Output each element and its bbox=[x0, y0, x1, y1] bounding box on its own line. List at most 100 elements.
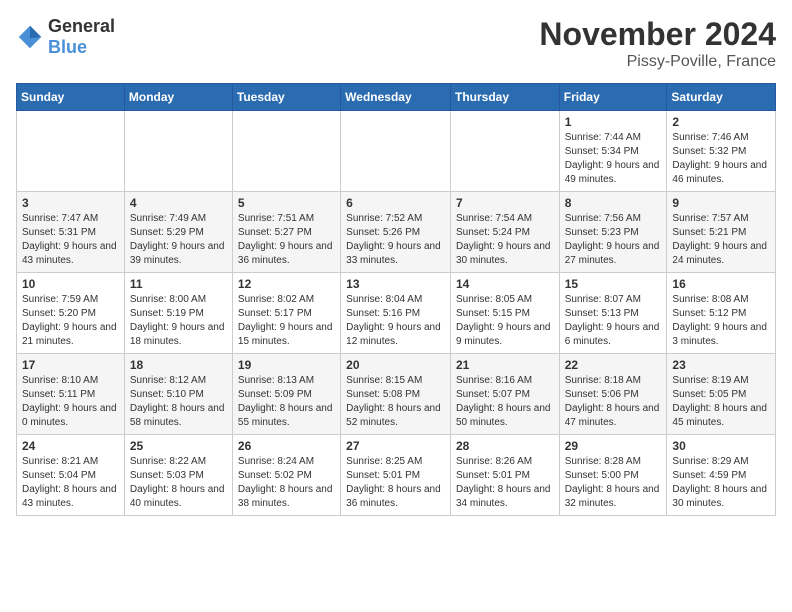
calendar-week-row: 10 Sunrise: 7:59 AMSunset: 5:20 PMDaylig… bbox=[17, 273, 776, 354]
day-info: Sunrise: 7:54 AMSunset: 5:24 PMDaylight:… bbox=[456, 212, 554, 268]
table-row: 8 Sunrise: 7:56 AMSunset: 5:23 PMDayligh… bbox=[559, 192, 667, 273]
table-row: 25 Sunrise: 8:22 AMSunset: 5:03 PMDaylig… bbox=[124, 435, 232, 516]
day-number: 15 bbox=[565, 277, 662, 291]
table-row: 10 Sunrise: 7:59 AMSunset: 5:20 PMDaylig… bbox=[17, 273, 125, 354]
calendar: Sunday Monday Tuesday Wednesday Thursday… bbox=[16, 83, 776, 516]
calendar-week-row: 1 Sunrise: 7:44 AMSunset: 5:34 PMDayligh… bbox=[17, 111, 776, 192]
calendar-header-row: Sunday Monday Tuesday Wednesday Thursday… bbox=[17, 84, 776, 111]
day-number: 22 bbox=[565, 358, 662, 372]
day-info: Sunrise: 8:04 AMSunset: 5:16 PMDaylight:… bbox=[346, 293, 445, 349]
day-number: 20 bbox=[346, 358, 445, 372]
table-row: 22 Sunrise: 8:18 AMSunset: 5:06 PMDaylig… bbox=[559, 354, 667, 435]
day-number: 14 bbox=[456, 277, 554, 291]
title-block: November 2024 Pissy-Poville, France bbox=[539, 16, 776, 71]
day-number: 10 bbox=[22, 277, 119, 291]
table-row: 9 Sunrise: 7:57 AMSunset: 5:21 PMDayligh… bbox=[667, 192, 776, 273]
day-number: 30 bbox=[672, 439, 770, 453]
day-info: Sunrise: 8:16 AMSunset: 5:07 PMDaylight:… bbox=[456, 374, 554, 430]
day-number: 4 bbox=[130, 196, 227, 210]
day-number: 19 bbox=[238, 358, 335, 372]
table-row: 15 Sunrise: 8:07 AMSunset: 5:13 PMDaylig… bbox=[559, 273, 667, 354]
day-number: 27 bbox=[346, 439, 445, 453]
day-info: Sunrise: 8:18 AMSunset: 5:06 PMDaylight:… bbox=[565, 374, 662, 430]
day-number: 23 bbox=[672, 358, 770, 372]
header-wednesday: Wednesday bbox=[341, 84, 451, 111]
table-row: 17 Sunrise: 8:10 AMSunset: 5:11 PMDaylig… bbox=[17, 354, 125, 435]
table-row: 14 Sunrise: 8:05 AMSunset: 5:15 PMDaylig… bbox=[450, 273, 559, 354]
day-number: 24 bbox=[22, 439, 119, 453]
day-number: 9 bbox=[672, 196, 770, 210]
table-row: 26 Sunrise: 8:24 AMSunset: 5:02 PMDaylig… bbox=[232, 435, 340, 516]
day-info: Sunrise: 8:22 AMSunset: 5:03 PMDaylight:… bbox=[130, 455, 227, 511]
day-info: Sunrise: 7:59 AMSunset: 5:20 PMDaylight:… bbox=[22, 293, 119, 349]
day-info: Sunrise: 8:21 AMSunset: 5:04 PMDaylight:… bbox=[22, 455, 119, 511]
day-info: Sunrise: 7:51 AMSunset: 5:27 PMDaylight:… bbox=[238, 212, 335, 268]
header-thursday: Thursday bbox=[450, 84, 559, 111]
calendar-week-row: 17 Sunrise: 8:10 AMSunset: 5:11 PMDaylig… bbox=[17, 354, 776, 435]
header-tuesday: Tuesday bbox=[232, 84, 340, 111]
table-row: 23 Sunrise: 8:19 AMSunset: 5:05 PMDaylig… bbox=[667, 354, 776, 435]
day-number: 26 bbox=[238, 439, 335, 453]
table-row: 30 Sunrise: 8:29 AMSunset: 4:59 PMDaylig… bbox=[667, 435, 776, 516]
table-row bbox=[17, 111, 125, 192]
day-info: Sunrise: 8:24 AMSunset: 5:02 PMDaylight:… bbox=[238, 455, 335, 511]
day-info: Sunrise: 7:57 AMSunset: 5:21 PMDaylight:… bbox=[672, 212, 770, 268]
day-number: 6 bbox=[346, 196, 445, 210]
day-info: Sunrise: 7:56 AMSunset: 5:23 PMDaylight:… bbox=[565, 212, 662, 268]
day-info: Sunrise: 7:49 AMSunset: 5:29 PMDaylight:… bbox=[130, 212, 227, 268]
header-monday: Monday bbox=[124, 84, 232, 111]
logo-blue: Blue bbox=[48, 37, 87, 57]
day-number: 8 bbox=[565, 196, 662, 210]
day-info: Sunrise: 8:05 AMSunset: 5:15 PMDaylight:… bbox=[456, 293, 554, 349]
day-info: Sunrise: 8:19 AMSunset: 5:05 PMDaylight:… bbox=[672, 374, 770, 430]
logo: General Blue bbox=[16, 16, 115, 58]
table-row bbox=[232, 111, 340, 192]
day-info: Sunrise: 7:46 AMSunset: 5:32 PMDaylight:… bbox=[672, 131, 770, 187]
table-row: 1 Sunrise: 7:44 AMSunset: 5:34 PMDayligh… bbox=[559, 111, 667, 192]
table-row: 7 Sunrise: 7:54 AMSunset: 5:24 PMDayligh… bbox=[450, 192, 559, 273]
day-info: Sunrise: 8:02 AMSunset: 5:17 PMDaylight:… bbox=[238, 293, 335, 349]
table-row: 18 Sunrise: 8:12 AMSunset: 5:10 PMDaylig… bbox=[124, 354, 232, 435]
day-number: 13 bbox=[346, 277, 445, 291]
location-title: Pissy-Poville, France bbox=[539, 53, 776, 71]
table-row: 3 Sunrise: 7:47 AMSunset: 5:31 PMDayligh… bbox=[17, 192, 125, 273]
header-saturday: Saturday bbox=[667, 84, 776, 111]
day-number: 21 bbox=[456, 358, 554, 372]
day-number: 16 bbox=[672, 277, 770, 291]
day-number: 17 bbox=[22, 358, 119, 372]
calendar-week-row: 3 Sunrise: 7:47 AMSunset: 5:31 PMDayligh… bbox=[17, 192, 776, 273]
day-number: 1 bbox=[565, 115, 662, 129]
table-row: 21 Sunrise: 8:16 AMSunset: 5:07 PMDaylig… bbox=[450, 354, 559, 435]
table-row: 5 Sunrise: 7:51 AMSunset: 5:27 PMDayligh… bbox=[232, 192, 340, 273]
day-info: Sunrise: 7:44 AMSunset: 5:34 PMDaylight:… bbox=[565, 131, 662, 187]
day-info: Sunrise: 8:00 AMSunset: 5:19 PMDaylight:… bbox=[130, 293, 227, 349]
day-number: 11 bbox=[130, 277, 227, 291]
day-info: Sunrise: 8:08 AMSunset: 5:12 PMDaylight:… bbox=[672, 293, 770, 349]
day-info: Sunrise: 8:10 AMSunset: 5:11 PMDaylight:… bbox=[22, 374, 119, 430]
day-number: 28 bbox=[456, 439, 554, 453]
logo-general: General bbox=[48, 16, 115, 36]
table-row: 27 Sunrise: 8:25 AMSunset: 5:01 PMDaylig… bbox=[341, 435, 451, 516]
page-header: General Blue November 2024 Pissy-Poville… bbox=[16, 16, 776, 71]
table-row: 16 Sunrise: 8:08 AMSunset: 5:12 PMDaylig… bbox=[667, 273, 776, 354]
table-row: 29 Sunrise: 8:28 AMSunset: 5:00 PMDaylig… bbox=[559, 435, 667, 516]
table-row: 13 Sunrise: 8:04 AMSunset: 5:16 PMDaylig… bbox=[341, 273, 451, 354]
table-row bbox=[450, 111, 559, 192]
day-info: Sunrise: 8:29 AMSunset: 4:59 PMDaylight:… bbox=[672, 455, 770, 511]
header-sunday: Sunday bbox=[17, 84, 125, 111]
day-info: Sunrise: 8:15 AMSunset: 5:08 PMDaylight:… bbox=[346, 374, 445, 430]
day-number: 2 bbox=[672, 115, 770, 129]
table-row bbox=[341, 111, 451, 192]
day-info: Sunrise: 8:12 AMSunset: 5:10 PMDaylight:… bbox=[130, 374, 227, 430]
table-row: 12 Sunrise: 8:02 AMSunset: 5:17 PMDaylig… bbox=[232, 273, 340, 354]
day-number: 25 bbox=[130, 439, 227, 453]
day-info: Sunrise: 8:25 AMSunset: 5:01 PMDaylight:… bbox=[346, 455, 445, 511]
logo-icon bbox=[16, 23, 44, 51]
table-row: 19 Sunrise: 8:13 AMSunset: 5:09 PMDaylig… bbox=[232, 354, 340, 435]
day-info: Sunrise: 7:52 AMSunset: 5:26 PMDaylight:… bbox=[346, 212, 445, 268]
table-row: 11 Sunrise: 8:00 AMSunset: 5:19 PMDaylig… bbox=[124, 273, 232, 354]
table-row: 20 Sunrise: 8:15 AMSunset: 5:08 PMDaylig… bbox=[341, 354, 451, 435]
day-info: Sunrise: 8:13 AMSunset: 5:09 PMDaylight:… bbox=[238, 374, 335, 430]
table-row bbox=[124, 111, 232, 192]
day-number: 3 bbox=[22, 196, 119, 210]
